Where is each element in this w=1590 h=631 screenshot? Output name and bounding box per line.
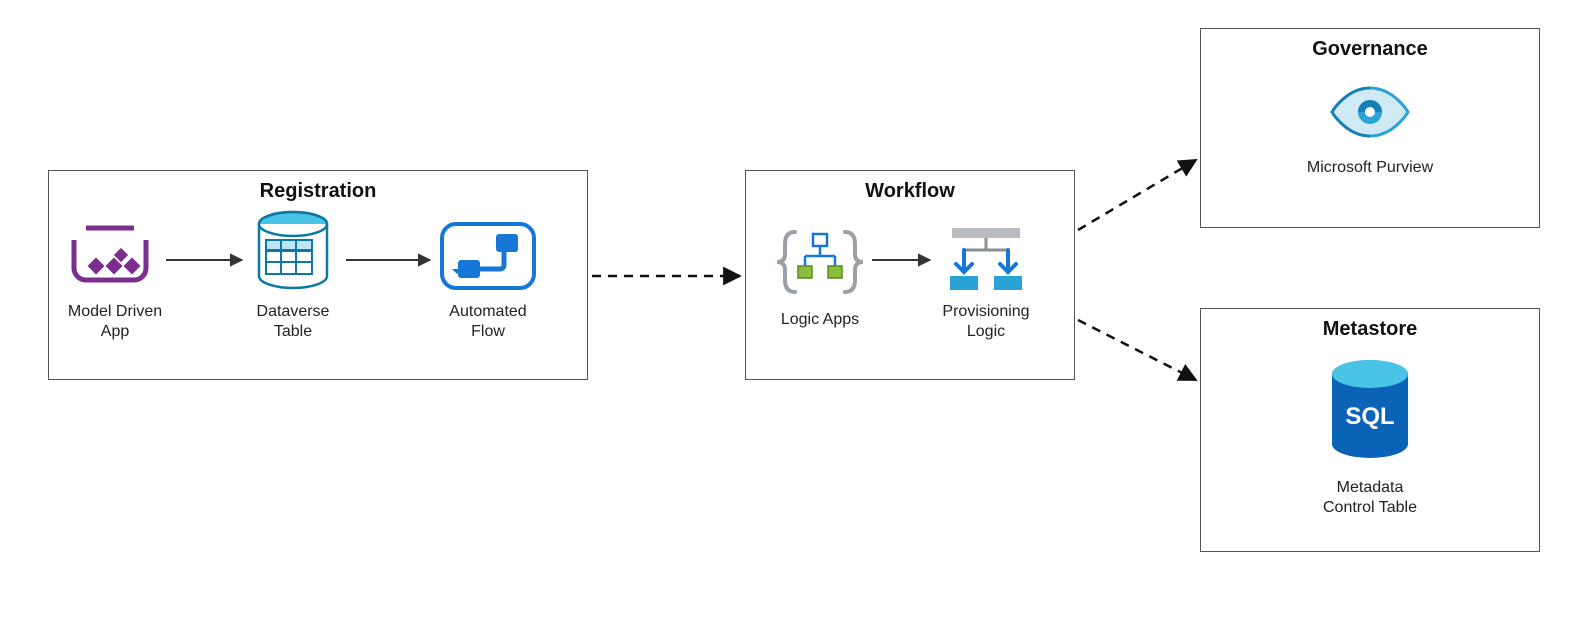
arrows-layer xyxy=(0,0,1590,631)
arrow-workflow-to-metastore xyxy=(1078,320,1196,380)
arrow-workflow-to-governance xyxy=(1078,160,1196,230)
architecture-diagram: Registration Model Driven App xyxy=(0,0,1590,631)
